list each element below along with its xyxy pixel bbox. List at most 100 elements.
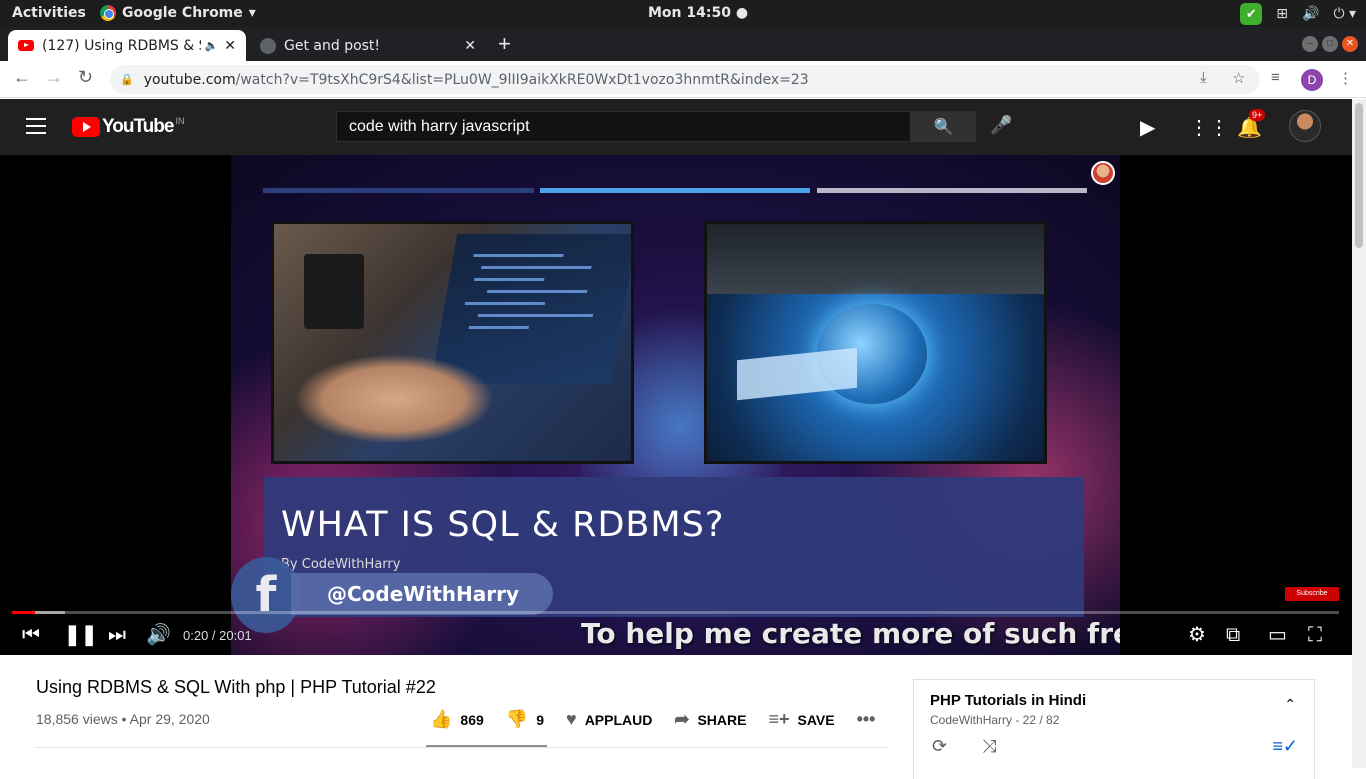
new-tab-button[interactable]: + [498, 31, 511, 57]
browser-toolbar: ← → ↻ 🔒 youtube.com/watch?v=T9tsXhC9rS4&… [0, 61, 1366, 98]
youtube-logo[interactable]: YouTube IN [72, 116, 184, 138]
more-actions-button[interactable]: ••• [857, 709, 876, 730]
maximize-icon[interactable]: □ [1322, 36, 1338, 52]
slide-bar [540, 188, 810, 193]
save-playlist-icon[interactable]: ≡✓ [1272, 736, 1298, 757]
more-horizontal-icon: ••• [856, 709, 876, 729]
duration: 20:01 [219, 628, 252, 643]
thumbs-up-icon: 👍 [430, 709, 453, 729]
network-icon[interactable]: ⊞ [1276, 6, 1288, 22]
slide-bar [817, 188, 1087, 193]
publish-date: Apr 29, 2020 [129, 711, 210, 727]
youtube-logo-text: YouTube [102, 116, 174, 137]
activities-button[interactable]: Activities [12, 5, 86, 21]
youtube-favicon-icon [18, 40, 34, 51]
loop-icon[interactable]: ⟳ [932, 736, 947, 757]
like-count: 869 [460, 711, 484, 728]
chevron-up-icon[interactable]: ⌃ [1284, 696, 1296, 713]
globe-icon [260, 37, 276, 54]
thumbs-down-icon: 👎 [505, 709, 529, 729]
profile-avatar[interactable]: D [1301, 69, 1323, 91]
share-arrow-icon: ➦ [674, 709, 690, 729]
power-icon[interactable]: ⏻ ▾ [1333, 6, 1356, 22]
view-count: 18,856 views [36, 711, 118, 727]
dislike-button[interactable]: 👎 9 [506, 709, 544, 730]
tab-title: Get and post! [284, 37, 381, 54]
forward-icon[interactable]: → [45, 67, 63, 88]
system-tray: ✔ ⊞ 🔊 ⏻ ▾ [1240, 3, 1356, 25]
miniplayer-icon[interactable]: ⧉ [1226, 623, 1240, 647]
country-code: IN [175, 116, 185, 126]
progress-bar[interactable] [12, 611, 1339, 614]
app-name: Google Chrome [122, 5, 243, 21]
playlist-channel-position: CodeWithHarry - 22 / 82 [930, 713, 1060, 727]
subscribe-watermark[interactable]: Subscribe [1285, 587, 1339, 601]
shield-check-icon[interactable]: ✔ [1240, 3, 1263, 25]
tab-get-and-post[interactable]: Get and post! ✕ [250, 30, 486, 61]
close-icon[interactable]: ✕ [224, 38, 236, 54]
search-input[interactable]: code with harry javascript [336, 111, 911, 142]
bookmark-star-icon[interactable]: ☆ [1232, 69, 1245, 87]
microphone-icon[interactable]: 🎤 [990, 115, 1012, 136]
settings-gear-icon[interactable]: ⚙ [1188, 623, 1206, 647]
os-top-bar: Activities Google Chrome ▾ Mon 14:50 ● ✔… [0, 0, 1366, 27]
slide-author: By CodeWithHarry [281, 557, 401, 572]
fullscreen-icon[interactable]: ⛶ [1308, 623, 1322, 647]
apps-grid-icon[interactable]: ⋮⋮ [1189, 115, 1229, 140]
share-button[interactable]: ➦ SHARE [674, 709, 746, 730]
create-video-icon[interactable]: ▶︎ [1140, 115, 1155, 140]
playlist-title[interactable]: PHP Tutorials in Hindi [930, 692, 1086, 709]
share-label: SHARE [697, 711, 747, 728]
slide-bar [263, 188, 534, 193]
applaud-label: APPLAUD [584, 711, 653, 728]
install-icon[interactable]: ⤓ [1200, 69, 1207, 86]
applaud-button[interactable]: ♥ APPLAUD [566, 709, 652, 730]
user-avatar[interactable] [1289, 110, 1321, 142]
back-icon[interactable]: ← [13, 67, 31, 88]
scrollbar-thumb[interactable] [1355, 103, 1363, 248]
pause-icon[interactable]: ❚❚ [64, 623, 98, 647]
page-scrollbar[interactable] [1352, 99, 1366, 768]
shuffle-icon[interactable]: ⤨ [982, 736, 996, 757]
window-controls: – □ ✕ [1302, 36, 1358, 52]
tech-hand-photo [704, 221, 1047, 464]
playlist-panel: PHP Tutorials in Hindi CodeWithHarry - 2… [913, 679, 1315, 779]
video-meta: 18,856 views • Apr 29, 2020 [36, 711, 210, 727]
creator-watermark-avatar[interactable] [1091, 161, 1115, 185]
action-bar: 👍 869 👎 9 ♥ APPLAUD ➦ SHARE ≡+ SAVE ••• [430, 709, 897, 730]
laptop-photo [271, 221, 634, 464]
theater-mode-icon[interactable]: ▭ [1268, 623, 1287, 647]
video-player[interactable]: WHAT IS SQL & RDBMS? By CodeWithHarry f … [0, 155, 1352, 655]
search-button[interactable]: 🔍 [911, 111, 976, 142]
save-button[interactable]: ≡+ SAVE [768, 709, 834, 730]
tab-title: (127) Using RDBMS & S [42, 37, 201, 54]
window-close-icon[interactable]: ✕ [1342, 36, 1358, 52]
dislike-count: 9 [536, 711, 544, 728]
notification-badge: 9+ [1249, 109, 1266, 121]
volume-icon[interactable]: 🔊 [146, 623, 171, 647]
previous-icon[interactable]: ⏮ [22, 623, 40, 647]
close-icon[interactable]: ✕ [464, 38, 476, 54]
tab-youtube[interactable]: (127) Using RDBMS & S 🔈 ✕ [8, 30, 246, 61]
app-menu[interactable]: Google Chrome ▾ [100, 5, 256, 21]
like-button[interactable]: 👍 869 [430, 709, 484, 730]
facebook-handle: @CodeWithHarry [291, 573, 553, 615]
clock[interactable]: Mon 14:50 ● [648, 5, 748, 21]
media-queue-icon[interactable]: ≡ [1271, 69, 1280, 86]
volume-icon[interactable]: 🔊 [1302, 6, 1319, 22]
lock-icon[interactable]: 🔒 [120, 73, 134, 86]
reload-icon[interactable]: ↻ [78, 67, 93, 88]
playlist-add-icon: ≡+ [768, 709, 790, 729]
address-bar[interactable]: 🔒 youtube.com/watch?v=T9tsXhC9rS4&list=P… [110, 65, 1260, 94]
kebab-menu-icon[interactable]: ⋮ [1338, 69, 1353, 87]
video-title: Using RDBMS & SQL With php | PHP Tutoria… [36, 677, 436, 697]
hamburger-menu-icon[interactable] [26, 118, 46, 134]
chevron-down-icon: ▾ [248, 5, 256, 21]
minimize-icon[interactable]: – [1302, 36, 1318, 52]
youtube-play-icon [72, 117, 100, 137]
chrome-icon [100, 5, 116, 21]
time-display: 0:20 / 20:01 [183, 628, 252, 643]
speaker-icon[interactable]: 🔈 [205, 39, 219, 52]
search-icon: 🔍 [933, 118, 954, 136]
next-icon[interactable]: ⏭ [108, 623, 126, 647]
